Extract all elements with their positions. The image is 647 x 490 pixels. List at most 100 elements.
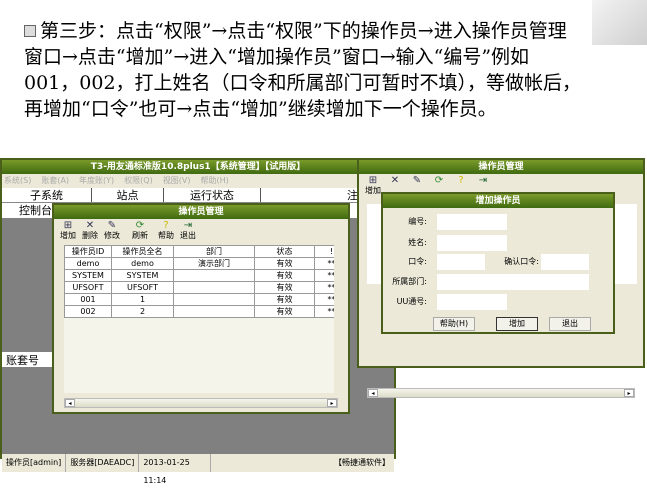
label: 修改 [104, 231, 120, 240]
table-cell: 有效 [254, 269, 315, 282]
operator-dialog-title: 操作员管理 [54, 205, 348, 219]
help-button[interactable]: ? 帮助 [156, 221, 176, 241]
building-decoration [592, 0, 647, 45]
add-icon: ⊞ [63, 220, 73, 231]
col-password[interactable]: ! [314, 245, 334, 258]
cell: 控制台 [19, 204, 52, 217]
status-time: 2013-01-25 11:14 [139, 454, 212, 485]
table-row[interactable]: SYSTEMSYSTEM 有效** [64, 269, 334, 282]
table-cell: UFSOFT [111, 281, 174, 294]
table-row[interactable]: demodemo演示部门有效** [64, 257, 334, 270]
table-cell: 演示部门 [173, 257, 255, 270]
add-button[interactable]: ⊞ 增加 [363, 176, 383, 196]
table-cell: ** [314, 257, 334, 270]
menu-account[interactable]: 账套(A) [41, 176, 69, 185]
table-cell: ** [314, 281, 334, 294]
label: 退出 [180, 231, 196, 240]
table-cell: demo [64, 257, 112, 270]
add-icon: ⊞ [368, 175, 378, 186]
label: 增加 [365, 186, 381, 195]
edit-button[interactable]: ✎ 修改 [102, 221, 122, 241]
table-cell [173, 281, 255, 294]
scroll-right-icon[interactable]: ▸ [327, 399, 337, 407]
main-title-bar: T3-用友通标准版10.8plus1【系统管理】【试用版】 [2, 160, 394, 174]
help-icon: ? [163, 220, 169, 231]
table-cell: 2 [111, 305, 174, 318]
col-state[interactable]: 状态 [254, 245, 315, 258]
name-input[interactable] [437, 235, 507, 251]
table-cell: UFSOFT [64, 281, 112, 294]
table-cell: 1 [111, 293, 174, 306]
right-scrollbar[interactable]: ◂ ▸ [367, 388, 635, 398]
label: 刷新 [132, 231, 148, 240]
id-input[interactable] [437, 214, 507, 230]
table-cell: 有效 [254, 305, 315, 318]
add-dialog-title: 增加操作员 [383, 194, 613, 208]
operator-dialog: 操作员管理 ⊞ 增加 ✕ 删除 ✎ 修改 ⟳ 刷新 ? 帮助 ⇥ 退出 操作员ID 操作员全… [52, 203, 350, 414]
refresh-button[interactable]: ⟳ 刷新 [130, 221, 150, 241]
uu-label: UU通号: [396, 297, 427, 306]
operator-table: 操作员ID 操作员全名 部门 状态 ! demodemo演示部门有效**SYST… [64, 245, 334, 318]
status-bar: 操作员[admin] 服务器[DAEADC] 2013-01-25 11:14 … [2, 454, 394, 485]
instruction-text: 第三步：点击“权限”→点击“权限”下的操作员→进入操作员管理窗口→点击“增加”→… [24, 20, 582, 120]
operator-table-area: 操作员ID 操作员全名 部门 状态 ! demodemo演示部门有效**SYST… [64, 245, 334, 393]
horizontal-scrollbar[interactable]: ◂ ▸ [64, 398, 338, 408]
table-cell [173, 305, 255, 318]
table-cell: 002 [64, 305, 112, 318]
delete-button[interactable]: ✕ 删除 [80, 221, 100, 241]
toolbar: ⊞ 增加 ✕ 删除 ✎ 修改 ⟳ 刷新 ? 帮助 ⇥ 退出 [54, 219, 348, 243]
password-input[interactable] [437, 254, 485, 270]
col-id[interactable]: 操作员ID [64, 245, 112, 258]
right-dialog-title: 操作员管理 [359, 160, 643, 174]
add-confirm-button[interactable]: 增加 [496, 317, 538, 331]
label: 帮助 [158, 231, 174, 240]
add-button[interactable]: ⊞ 增加 [58, 221, 78, 241]
table-cell: demo [111, 257, 174, 270]
col-name[interactable]: 操作员全名 [111, 245, 174, 258]
uu-input[interactable] [437, 294, 507, 310]
exit-button[interactable]: 退出 [549, 317, 591, 331]
table-cell: 有效 [254, 281, 315, 294]
table-row[interactable]: UFSOFTUFSOFT 有效** [64, 281, 334, 294]
scroll-left-icon[interactable]: ◂ [368, 389, 378, 397]
menu-system[interactable]: 系统(S) [4, 176, 31, 185]
id-label: 编号: [408, 217, 427, 226]
table-cell [173, 269, 255, 282]
scroll-right-icon[interactable]: ▸ [624, 389, 634, 397]
refresh-icon: ⟳ [135, 220, 145, 231]
add-operator-dialog: 增加操作员 编号: 姓名: 口令: 确认口令: 所属部门: UU通号: 帮助(H… [381, 192, 615, 334]
table-cell: SYSTEM [111, 269, 174, 282]
bullet-icon [24, 25, 36, 37]
table-cell: ** [314, 293, 334, 306]
table-row[interactable]: 0022 有效** [64, 305, 334, 318]
status-brand: 【畅捷通软件】 [334, 458, 390, 467]
col-subsystem[interactable]: 子系统 [2, 188, 92, 202]
scroll-left-icon[interactable]: ◂ [65, 399, 75, 407]
table-cell: ** [314, 305, 334, 318]
main-menu: 系统(S) 账套(A) 年度账(Y) 权限(Q) 视图(V) 帮助(H) [2, 174, 394, 188]
label: 删除 [82, 231, 98, 240]
exit-button[interactable]: ⇥ 退出 [178, 221, 198, 241]
dept-label: 所属部门: [392, 277, 427, 286]
table-cell: ** [314, 269, 334, 282]
col-site[interactable]: 站点 [92, 188, 164, 202]
name-label: 姓名: [408, 238, 427, 247]
delete-icon: ✕ [85, 220, 95, 231]
confirm-password-input[interactable] [541, 254, 589, 270]
menu-view[interactable]: 视图(V) [163, 176, 191, 185]
table-cell [173, 293, 255, 306]
col-status[interactable]: 运行状态 [164, 188, 261, 202]
menu-help[interactable]: 帮助(H) [200, 176, 228, 185]
menu-permission[interactable]: 权限(Q) [124, 176, 153, 185]
dept-input[interactable] [437, 274, 589, 290]
status-server: 服务器[DAEADC] [66, 454, 140, 472]
table-row[interactable]: 0011 有效** [64, 293, 334, 306]
table-cell: 有效 [254, 293, 315, 306]
help-button[interactable]: 帮助(H) [433, 317, 475, 331]
menu-year[interactable]: 年度账(Y) [79, 176, 114, 185]
label: 增加 [60, 231, 76, 240]
col-dept[interactable]: 部门 [173, 245, 255, 258]
exit-icon: ⇥ [183, 220, 193, 231]
table-cell: SYSTEM [64, 269, 112, 282]
table-cell: 有效 [254, 257, 315, 270]
